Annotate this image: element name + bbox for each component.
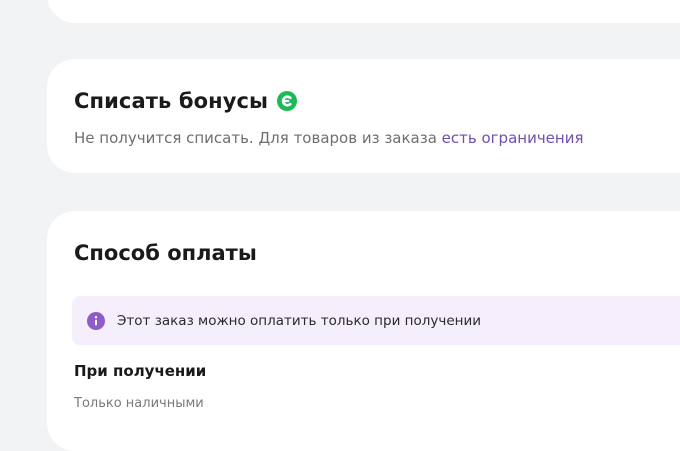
bonus-title: Списать бонусы [74,89,269,113]
bonus-coin-icon [277,91,298,111]
bonus-title-row: Списать бонусы [74,89,298,113]
payment-title: Способ оплаты [74,241,257,265]
payment-notice: Этот заказ можно оплатить только при пол… [72,296,680,345]
bonus-subtitle-text: Не получится списать. Для товаров из зак… [74,129,442,147]
restrictions-link[interactable]: есть ограничения [442,129,584,147]
payment-method-title[interactable]: При получении [74,362,206,380]
info-icon [87,311,105,330]
payment-card: Способ оплаты Этот заказ можно оплатить … [47,211,680,451]
previous-section-card [47,0,680,23]
payment-method-subtitle: Только наличными [74,396,204,411]
notice-text: Этот заказ можно оплатить только при пол… [117,312,482,329]
bonus-card: Списать бонусы Не получится списать. Для… [47,59,680,173]
bonus-subtitle: Не получится списать. Для товаров из зак… [74,129,584,147]
